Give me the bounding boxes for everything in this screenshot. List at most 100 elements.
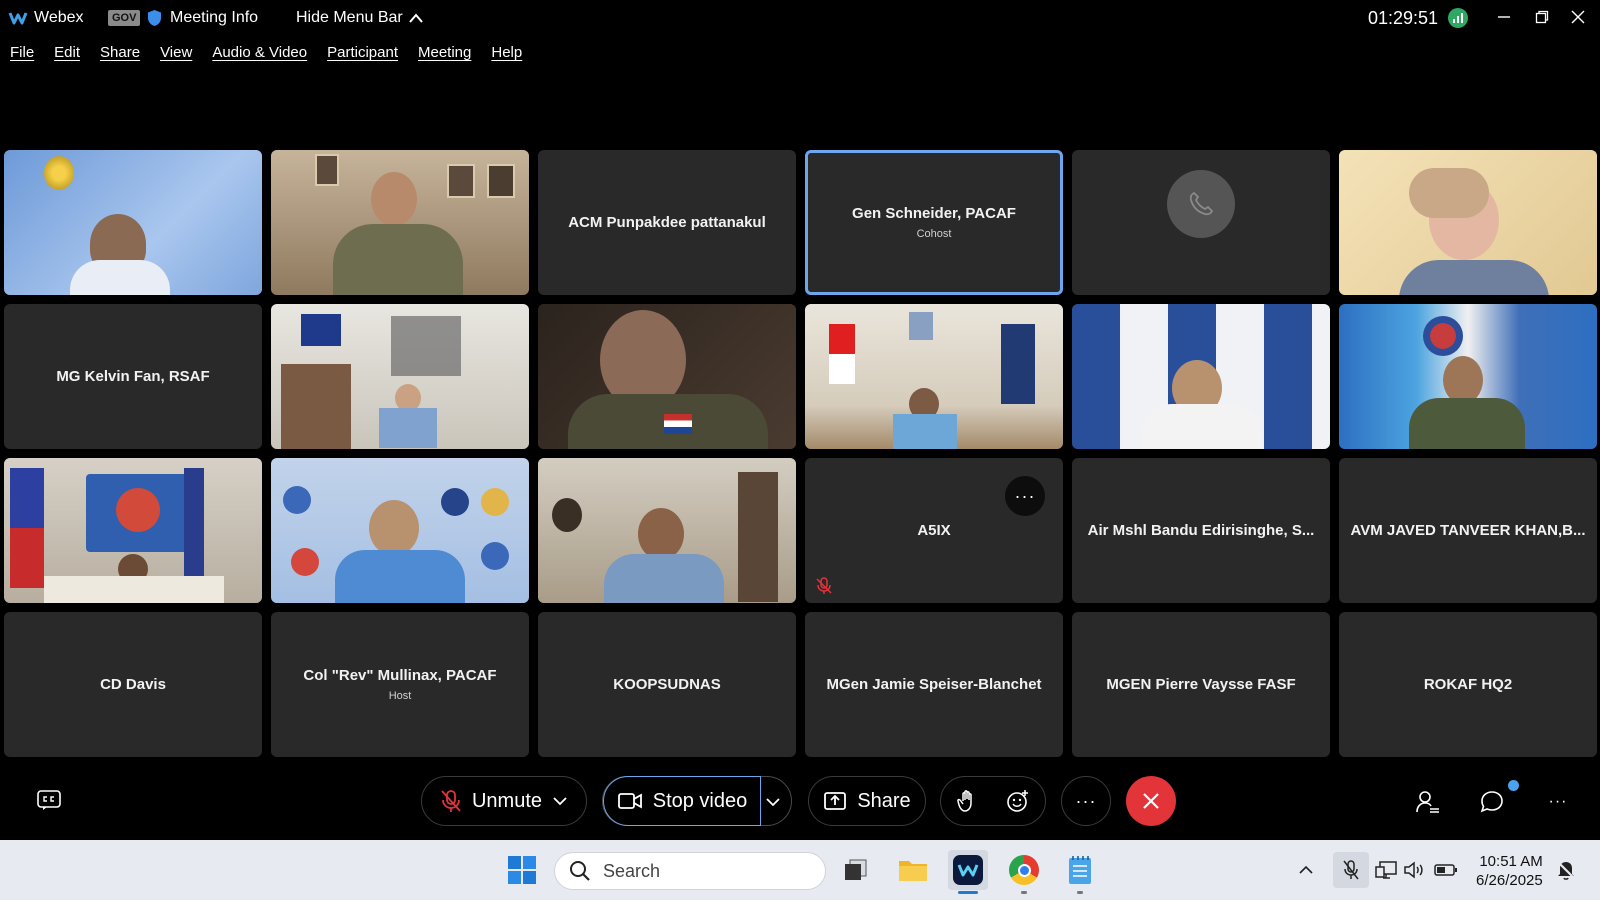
webex-icon bbox=[953, 855, 983, 885]
system-clock[interactable]: 10:51 AM 6/26/2025 bbox=[1476, 852, 1543, 890]
minimize-button[interactable] bbox=[1492, 6, 1516, 28]
participant-name: Air Mshl Bandu Edirisinghe, S... bbox=[1087, 522, 1315, 539]
task-view-button[interactable] bbox=[836, 850, 876, 890]
participant-video-tile[interactable] bbox=[271, 304, 529, 449]
participant-name: Col "Rev" Mullinax, PACAF bbox=[303, 667, 497, 684]
chat-button[interactable] bbox=[1478, 788, 1506, 816]
end-call-button[interactable] bbox=[1126, 776, 1176, 826]
participant-video-tile[interactable] bbox=[538, 458, 796, 603]
flag-icon bbox=[829, 324, 855, 384]
flag-icon bbox=[664, 414, 692, 434]
participant-video-tile[interactable] bbox=[4, 150, 262, 295]
menu-help[interactable]: Help bbox=[491, 44, 522, 68]
windows-logo-icon bbox=[508, 856, 536, 884]
chevron-down-icon[interactable] bbox=[552, 795, 568, 807]
volume-button[interactable] bbox=[1400, 856, 1428, 884]
participant-name-tile[interactable]: A5IX ··· bbox=[805, 458, 1063, 603]
video-camera-icon bbox=[617, 793, 642, 809]
reactions-icon[interactable] bbox=[1006, 789, 1030, 813]
participant-name-tile-active[interactable]: Gen Schneider, PACAF Cohost bbox=[805, 150, 1063, 295]
participant-video-tile[interactable] bbox=[805, 304, 1063, 449]
menu-audio-video[interactable]: Audio & Video bbox=[212, 44, 307, 68]
participant-name-tile[interactable]: Col "Rev" Mullinax, PACAF Host bbox=[271, 612, 529, 757]
more-icon: ··· bbox=[1548, 793, 1568, 810]
share-label: Share bbox=[857, 789, 911, 812]
participant-video-tile[interactable] bbox=[1339, 150, 1597, 295]
stop-video-button-group: Stop video bbox=[602, 776, 792, 826]
folder-icon bbox=[899, 861, 927, 881]
meeting-info-button[interactable]: Meeting Info bbox=[170, 9, 258, 27]
participant-name-tile[interactable]: MGen Jamie Speiser-Blanchet bbox=[805, 612, 1063, 757]
participant-video-tile[interactable] bbox=[1072, 304, 1330, 449]
chrome-taskbar-button[interactable] bbox=[1004, 850, 1044, 894]
show-hidden-icons-button[interactable] bbox=[1292, 856, 1320, 884]
participant-video-tile[interactable] bbox=[1339, 304, 1597, 449]
participant-name: A5IX bbox=[917, 522, 951, 539]
share-button[interactable]: Share bbox=[808, 776, 926, 826]
emblem-icon bbox=[552, 498, 582, 532]
participant-video-tile[interactable] bbox=[271, 458, 529, 603]
menu-participant[interactable]: Participant bbox=[327, 44, 398, 68]
closed-captions-icon[interactable] bbox=[36, 788, 64, 812]
participant-role: Cohost bbox=[916, 228, 952, 240]
chevron-up-icon[interactable] bbox=[408, 12, 424, 24]
unmute-button[interactable]: Unmute bbox=[421, 776, 587, 826]
network-button[interactable] bbox=[1372, 856, 1400, 884]
participant-phone-tile[interactable] bbox=[1072, 150, 1330, 295]
participant-name-tile[interactable]: ROKAF HQ2 bbox=[1339, 612, 1597, 757]
close-window-button[interactable] bbox=[1566, 6, 1590, 28]
menu-file[interactable]: File bbox=[10, 44, 34, 68]
hide-menu-bar-button[interactable]: Hide Menu Bar bbox=[296, 9, 403, 27]
restore-button[interactable] bbox=[1530, 6, 1554, 28]
task-view-icon bbox=[845, 859, 867, 880]
webex-logo-icon bbox=[8, 12, 28, 25]
participant-video-tile[interactable] bbox=[538, 304, 796, 449]
bell-icon bbox=[1557, 861, 1575, 880]
participant-name-tile[interactable]: MG Kelvin Fan, RSAF bbox=[4, 304, 262, 449]
muted-microphone-icon bbox=[441, 790, 461, 812]
stop-video-button[interactable]: Stop video bbox=[603, 776, 761, 826]
more-options-button[interactable]: ··· bbox=[1061, 776, 1111, 826]
microphone-tray-button[interactable] bbox=[1333, 852, 1369, 888]
minimize-icon bbox=[1498, 16, 1510, 18]
participant-name-tile[interactable]: CD Davis bbox=[4, 612, 262, 757]
flag-icon bbox=[10, 468, 44, 588]
taskbar-search[interactable]: Search bbox=[554, 852, 826, 890]
participant-name: AVM JAVED TANVEER KHAN,B... bbox=[1350, 522, 1586, 539]
emblem-icon bbox=[44, 156, 74, 190]
start-button[interactable] bbox=[502, 850, 542, 890]
close-icon bbox=[1143, 793, 1159, 809]
network-signal-icon[interactable] bbox=[1448, 8, 1468, 28]
participant-name: CD Davis bbox=[100, 676, 166, 693]
menu-view[interactable]: View bbox=[160, 44, 192, 68]
more-options-button[interactable]: ··· bbox=[1005, 476, 1045, 516]
chevron-down-icon[interactable] bbox=[765, 796, 781, 808]
menu-meeting[interactable]: Meeting bbox=[418, 44, 471, 68]
participant-name-tile[interactable]: MGEN Pierre Vaysse FASF bbox=[1072, 612, 1330, 757]
participants-button[interactable] bbox=[1414, 788, 1442, 816]
flag-icon bbox=[1423, 316, 1463, 356]
participant-video-tile[interactable] bbox=[271, 150, 529, 295]
shield-icon[interactable] bbox=[147, 9, 162, 27]
participant-name: ACM Punpakdee pattanakul bbox=[568, 214, 766, 231]
notifications-button[interactable] bbox=[1552, 856, 1580, 884]
participant-video-tile[interactable] bbox=[4, 458, 262, 603]
clock-time: 10:51 AM bbox=[1479, 853, 1543, 870]
search-placeholder: Search bbox=[603, 860, 661, 881]
participant-name-tile[interactable]: AVM JAVED TANVEER KHAN,B... bbox=[1339, 458, 1597, 603]
participant-name: MGen Jamie Speiser-Blanchet bbox=[826, 676, 1042, 693]
file-explorer-button[interactable] bbox=[893, 850, 933, 890]
webex-taskbar-button[interactable] bbox=[948, 850, 988, 894]
close-icon bbox=[1571, 10, 1585, 24]
battery-button[interactable] bbox=[1432, 856, 1460, 884]
more-menu-button[interactable]: ··· bbox=[1544, 788, 1572, 816]
participant-name-tile[interactable]: Air Mshl Bandu Edirisinghe, S... bbox=[1072, 458, 1330, 603]
raise-hand-icon[interactable] bbox=[956, 789, 978, 813]
battery-icon bbox=[1434, 864, 1457, 876]
participant-name-tile[interactable]: ACM Punpakdee pattanakul bbox=[538, 150, 796, 295]
notepad-taskbar-button[interactable] bbox=[1060, 850, 1100, 894]
volume-icon bbox=[1404, 861, 1423, 879]
participant-name-tile[interactable]: KOOPSUDNAS bbox=[538, 612, 796, 757]
menu-edit[interactable]: Edit bbox=[54, 44, 80, 68]
menu-share[interactable]: Share bbox=[100, 44, 140, 68]
